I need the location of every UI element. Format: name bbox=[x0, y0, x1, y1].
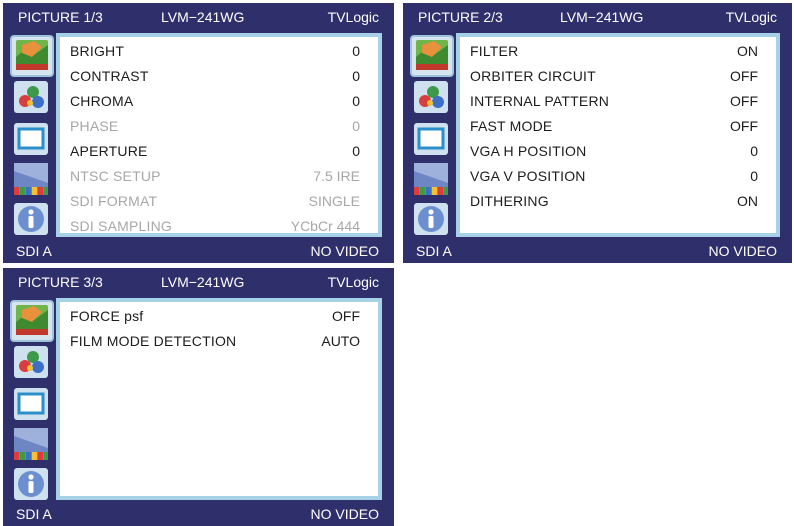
color-icon[interactable] bbox=[14, 346, 48, 378]
osd-footer: SDI A NO VIDEO bbox=[403, 239, 792, 263]
menu-item-value: SINGLE bbox=[308, 193, 360, 209]
menu-item-label: APERTURE bbox=[70, 143, 148, 159]
menu-item-orbiter-circuit[interactable]: ORBITER CIRCUIT OFF bbox=[460, 64, 776, 88]
menu-item-value: 0 bbox=[750, 168, 758, 184]
menu-item-sdi-sampling: SDI SAMPLING YCbCr 444 bbox=[60, 214, 378, 238]
model-name: LVM−241WG bbox=[161, 274, 245, 290]
menu-icon-bar bbox=[408, 31, 456, 239]
brand-name: TVLogic bbox=[327, 274, 379, 290]
menu-item-fast-mode[interactable]: FAST MODE OFF bbox=[460, 114, 776, 138]
menu-item-label: SDI FORMAT bbox=[70, 193, 158, 209]
menu-icon-bar bbox=[8, 296, 56, 502]
menu-item-value: 0 bbox=[352, 68, 360, 84]
info-icon[interactable] bbox=[414, 203, 448, 235]
menu-item-value: 0 bbox=[352, 43, 360, 59]
osd-screen-picture-3: PICTURE 3/3 LVM−241WG TVLogic FORCE psf … bbox=[3, 268, 394, 526]
signal-status: NO VIDEO bbox=[708, 243, 777, 259]
info-icon[interactable] bbox=[14, 203, 48, 235]
menu-item-value: 7.5 IRE bbox=[313, 168, 360, 184]
menu-item-label: DITHERING bbox=[470, 193, 549, 209]
menu-item-label: FILM MODE DETECTION bbox=[70, 333, 237, 349]
osd-screen-picture-1: PICTURE 1/3 LVM−241WG TVLogic BRIGHT 0 C… bbox=[3, 3, 394, 263]
menu-item-label: BRIGHT bbox=[70, 43, 125, 59]
menu-item-label: FORCE psf bbox=[70, 308, 144, 324]
menu-item-label: VGA V POSITION bbox=[470, 168, 586, 184]
picture-icon[interactable] bbox=[410, 35, 454, 77]
menu-item-value: ON bbox=[737, 193, 758, 209]
brand-name: TVLogic bbox=[327, 9, 379, 25]
menu-item-value: AUTO bbox=[321, 333, 360, 349]
model-name: LVM−241WG bbox=[161, 9, 245, 25]
brand-name: TVLogic bbox=[725, 9, 777, 25]
menu-item-value: 0 bbox=[352, 118, 360, 134]
menu-item-value: OFF bbox=[730, 68, 758, 84]
menu-item-label: SDI SAMPLING bbox=[70, 218, 172, 234]
display-icon[interactable] bbox=[14, 123, 48, 155]
display-icon[interactable] bbox=[14, 388, 48, 420]
menu-panel: BRIGHT 0 CONTRAST 0 CHROMA 0 PHASE 0 APE… bbox=[56, 33, 382, 237]
input-source: SDI A bbox=[16, 243, 52, 259]
color-icon[interactable] bbox=[414, 81, 448, 113]
page-title: PICTURE 2/3 bbox=[418, 9, 503, 25]
menu-panel: FILTER ON ORBITER CIRCUIT OFF INTERNAL P… bbox=[456, 33, 780, 237]
osd-header: PICTURE 1/3 LVM−241WG TVLogic bbox=[3, 3, 394, 31]
menu-item-value: OFF bbox=[332, 308, 360, 324]
osd-header: PICTURE 2/3 LVM−241WG TVLogic bbox=[403, 3, 792, 31]
menu-item-value: OFF bbox=[730, 93, 758, 109]
pattern-icon[interactable] bbox=[414, 163, 448, 195]
signal-status: NO VIDEO bbox=[310, 243, 379, 259]
menu-item-filter[interactable]: FILTER ON bbox=[460, 39, 776, 63]
page-title: PICTURE 1/3 bbox=[18, 9, 103, 25]
menu-item-label: NTSC SETUP bbox=[70, 168, 161, 184]
menu-item-bright[interactable]: BRIGHT 0 bbox=[60, 39, 378, 63]
menu-item-label: CONTRAST bbox=[70, 68, 149, 84]
menu-item-label: FAST MODE bbox=[470, 118, 553, 134]
osd-header: PICTURE 3/3 LVM−241WG TVLogic bbox=[3, 268, 394, 296]
info-icon[interactable] bbox=[14, 468, 48, 500]
osd-screen-picture-2: PICTURE 2/3 LVM−241WG TVLogic FILTER ON … bbox=[403, 3, 792, 263]
menu-item-value: YCbCr 444 bbox=[290, 218, 360, 234]
menu-item-sdi-format: SDI FORMAT SINGLE bbox=[60, 189, 378, 213]
menu-item-value: 0 bbox=[750, 143, 758, 159]
menu-item-value: 0 bbox=[352, 93, 360, 109]
picture-icon[interactable] bbox=[10, 35, 54, 77]
menu-panel: FORCE psf OFF FILM MODE DETECTION AUTO bbox=[56, 298, 382, 500]
menu-item-vga-h-position[interactable]: VGA H POSITION 0 bbox=[460, 139, 776, 163]
menu-item-label: INTERNAL PATTERN bbox=[470, 93, 610, 109]
menu-icon-bar bbox=[8, 31, 56, 239]
osd-footer: SDI A NO VIDEO bbox=[3, 239, 394, 263]
menu-item-film-mode-detection[interactable]: FILM MODE DETECTION AUTO bbox=[60, 329, 378, 353]
osd-footer: SDI A NO VIDEO bbox=[3, 502, 394, 526]
color-icon[interactable] bbox=[14, 81, 48, 113]
menu-item-label: FILTER bbox=[470, 43, 519, 59]
menu-item-value: OFF bbox=[730, 118, 758, 134]
menu-item-dithering[interactable]: DITHERING ON bbox=[460, 189, 776, 213]
menu-item-force-psf[interactable]: FORCE psf OFF bbox=[60, 304, 378, 328]
menu-item-internal-pattern[interactable]: INTERNAL PATTERN OFF bbox=[460, 89, 776, 113]
menu-item-ntsc-setup: NTSC SETUP 7.5 IRE bbox=[60, 164, 378, 188]
pattern-icon[interactable] bbox=[14, 163, 48, 195]
model-name: LVM−241WG bbox=[560, 9, 644, 25]
menu-item-value: ON bbox=[737, 43, 758, 59]
input-source: SDI A bbox=[16, 506, 52, 522]
signal-status: NO VIDEO bbox=[310, 506, 379, 522]
menu-item-label: CHROMA bbox=[70, 93, 134, 109]
picture-icon[interactable] bbox=[10, 300, 54, 342]
display-icon[interactable] bbox=[414, 123, 448, 155]
menu-item-contrast[interactable]: CONTRAST 0 bbox=[60, 64, 378, 88]
menu-item-label: VGA H POSITION bbox=[470, 143, 587, 159]
menu-item-chroma[interactable]: CHROMA 0 bbox=[60, 89, 378, 113]
input-source: SDI A bbox=[416, 243, 452, 259]
pattern-icon[interactable] bbox=[14, 428, 48, 460]
menu-item-value: 0 bbox=[352, 143, 360, 159]
page-title: PICTURE 3/3 bbox=[18, 274, 103, 290]
menu-item-vga-v-position[interactable]: VGA V POSITION 0 bbox=[460, 164, 776, 188]
menu-item-label: ORBITER CIRCUIT bbox=[470, 68, 596, 84]
menu-item-label: PHASE bbox=[70, 118, 119, 134]
menu-item-aperture[interactable]: APERTURE 0 bbox=[60, 139, 378, 163]
menu-item-phase: PHASE 0 bbox=[60, 114, 378, 138]
